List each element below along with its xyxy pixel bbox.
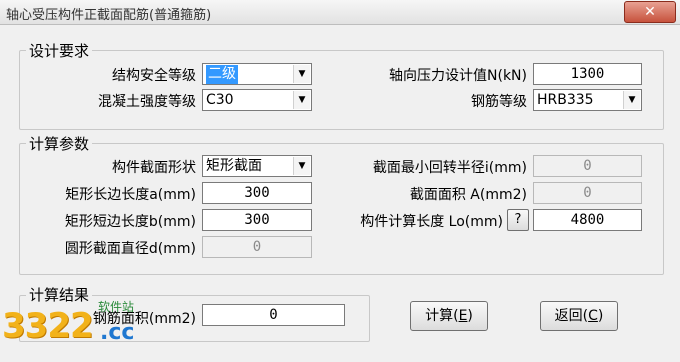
section-shape-value: 矩形截面	[206, 158, 262, 174]
safety-level-label: 结构安全等级	[112, 68, 196, 84]
back-button-label: 返回(	[554, 308, 589, 324]
chevron-down-icon: ▼	[293, 65, 310, 83]
diameter-label: 圆形截面直径d(mm)	[64, 241, 196, 257]
axial-force-input[interactable]: 1300	[533, 63, 642, 85]
watermark-site: 软件站	[98, 300, 135, 314]
calc-length-input[interactable]: 4800	[533, 209, 642, 231]
safety-level-value: 二级	[206, 65, 238, 84]
calculate-button[interactable]: 计算(E)	[410, 301, 488, 331]
section-area-input: 0	[533, 182, 642, 204]
calc-length-help-button[interactable]: ?	[507, 209, 529, 231]
section-shape-select[interactable]: 矩形截面 ▼	[202, 155, 312, 177]
concrete-grade-value: C30	[206, 92, 234, 108]
section-shape-label: 构件截面形状	[112, 160, 196, 176]
concrete-grade-select[interactable]: C30 ▼	[202, 89, 312, 111]
watermark-logo: 3322 .cc 软件站	[2, 286, 182, 356]
min-radius-label: 截面最小回转半径i(mm)	[372, 160, 527, 176]
rebar-grade-label: 钢筋等级	[471, 94, 527, 110]
concrete-grade-label: 混凝土强度等级	[98, 94, 196, 110]
min-radius-input: 0	[533, 155, 642, 177]
back-button-end: )	[597, 308, 604, 324]
title-bar: 轴心受压构件正截面配筋(普通箍筋) ✕	[0, 0, 680, 25]
diameter-input: 0	[202, 236, 312, 258]
calc-length-label: 构件计算长度 Lo(mm)	[360, 214, 503, 230]
close-button[interactable]: ✕	[624, 1, 676, 23]
rebar-grade-value: HRB335	[537, 92, 594, 108]
watermark-domain: .cc	[100, 320, 135, 345]
short-side-label: 矩形短边长度b(mm)	[64, 214, 196, 230]
section-area-label: 截面面积 A(mm2)	[409, 187, 527, 203]
window-title: 轴心受压构件正截面配筋(普通箍筋)	[6, 8, 212, 23]
back-button[interactable]: 返回(C)	[540, 301, 618, 331]
calc-legend: 计算参数	[26, 133, 93, 154]
calculate-button-end: )	[467, 308, 473, 324]
calculate-button-label: 计算(	[425, 308, 459, 324]
rebar-grade-select[interactable]: HRB335 ▼	[533, 89, 642, 111]
chevron-down-icon: ▼	[623, 91, 640, 109]
short-side-input[interactable]: 300	[202, 209, 312, 231]
back-hotkey: C	[588, 308, 598, 324]
long-side-input[interactable]: 300	[202, 182, 312, 204]
design-legend: 设计要求	[26, 40, 93, 61]
long-side-label: 矩形长边长度a(mm)	[65, 187, 196, 203]
safety-level-select[interactable]: 二级 ▼	[202, 63, 312, 85]
close-icon: ✕	[644, 4, 656, 20]
chevron-down-icon: ▼	[293, 157, 310, 175]
watermark-number: 3322	[2, 306, 94, 346]
axial-force-label: 轴向压力设计值N(kN)	[389, 68, 527, 84]
chevron-down-icon: ▼	[293, 91, 310, 109]
rebar-area-input[interactable]: 0	[202, 304, 345, 326]
